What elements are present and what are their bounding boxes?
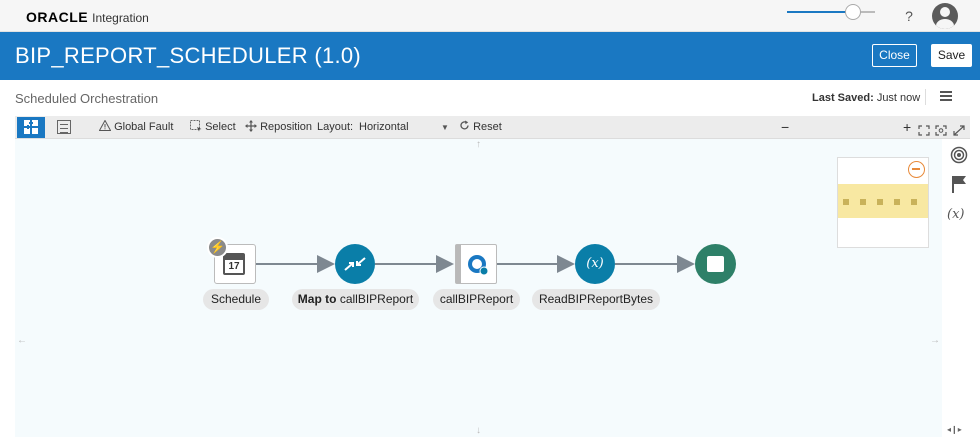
map-label-prefix: Map to [297, 292, 337, 306]
map-label[interactable]: Map to callBIPReport [292, 289, 419, 310]
variable-icon: (x) [586, 256, 604, 271]
minimap[interactable] [837, 157, 929, 248]
schedule-label[interactable]: Schedule [203, 289, 269, 310]
minimap-viewport[interactable] [838, 184, 928, 218]
bottom-bar [0, 437, 942, 447]
variables-icon[interactable]: (x) [947, 207, 964, 222]
flag-icon[interactable] [951, 175, 967, 193]
map-label-target: callBIPReport [339, 292, 414, 306]
target-icon[interactable] [950, 146, 968, 164]
invoke-label[interactable]: callBIPReport [433, 289, 520, 310]
right-rail: (x) ◂❙▸ [942, 139, 980, 447]
assign-node[interactable]: (x) [575, 244, 615, 284]
flow-diagram [256, 255, 695, 273]
lightning-badge-icon: ⚡ [207, 237, 228, 258]
calendar-day: 17 [228, 261, 240, 272]
invoke-adapter-icon [468, 255, 489, 276]
end-node[interactable] [695, 244, 736, 284]
map-node[interactable] [335, 244, 375, 284]
invoke-node[interactable] [455, 244, 497, 284]
assign-label[interactable]: ReadBIPReportBytes [532, 289, 660, 310]
calendar-icon: 17 [223, 253, 245, 275]
stop-icon [707, 256, 724, 272]
map-arrows-icon [344, 257, 366, 271]
panel-toggle-icon[interactable]: ◂❙▸ [947, 425, 962, 434]
collapse-minimap-icon[interactable] [908, 161, 925, 178]
